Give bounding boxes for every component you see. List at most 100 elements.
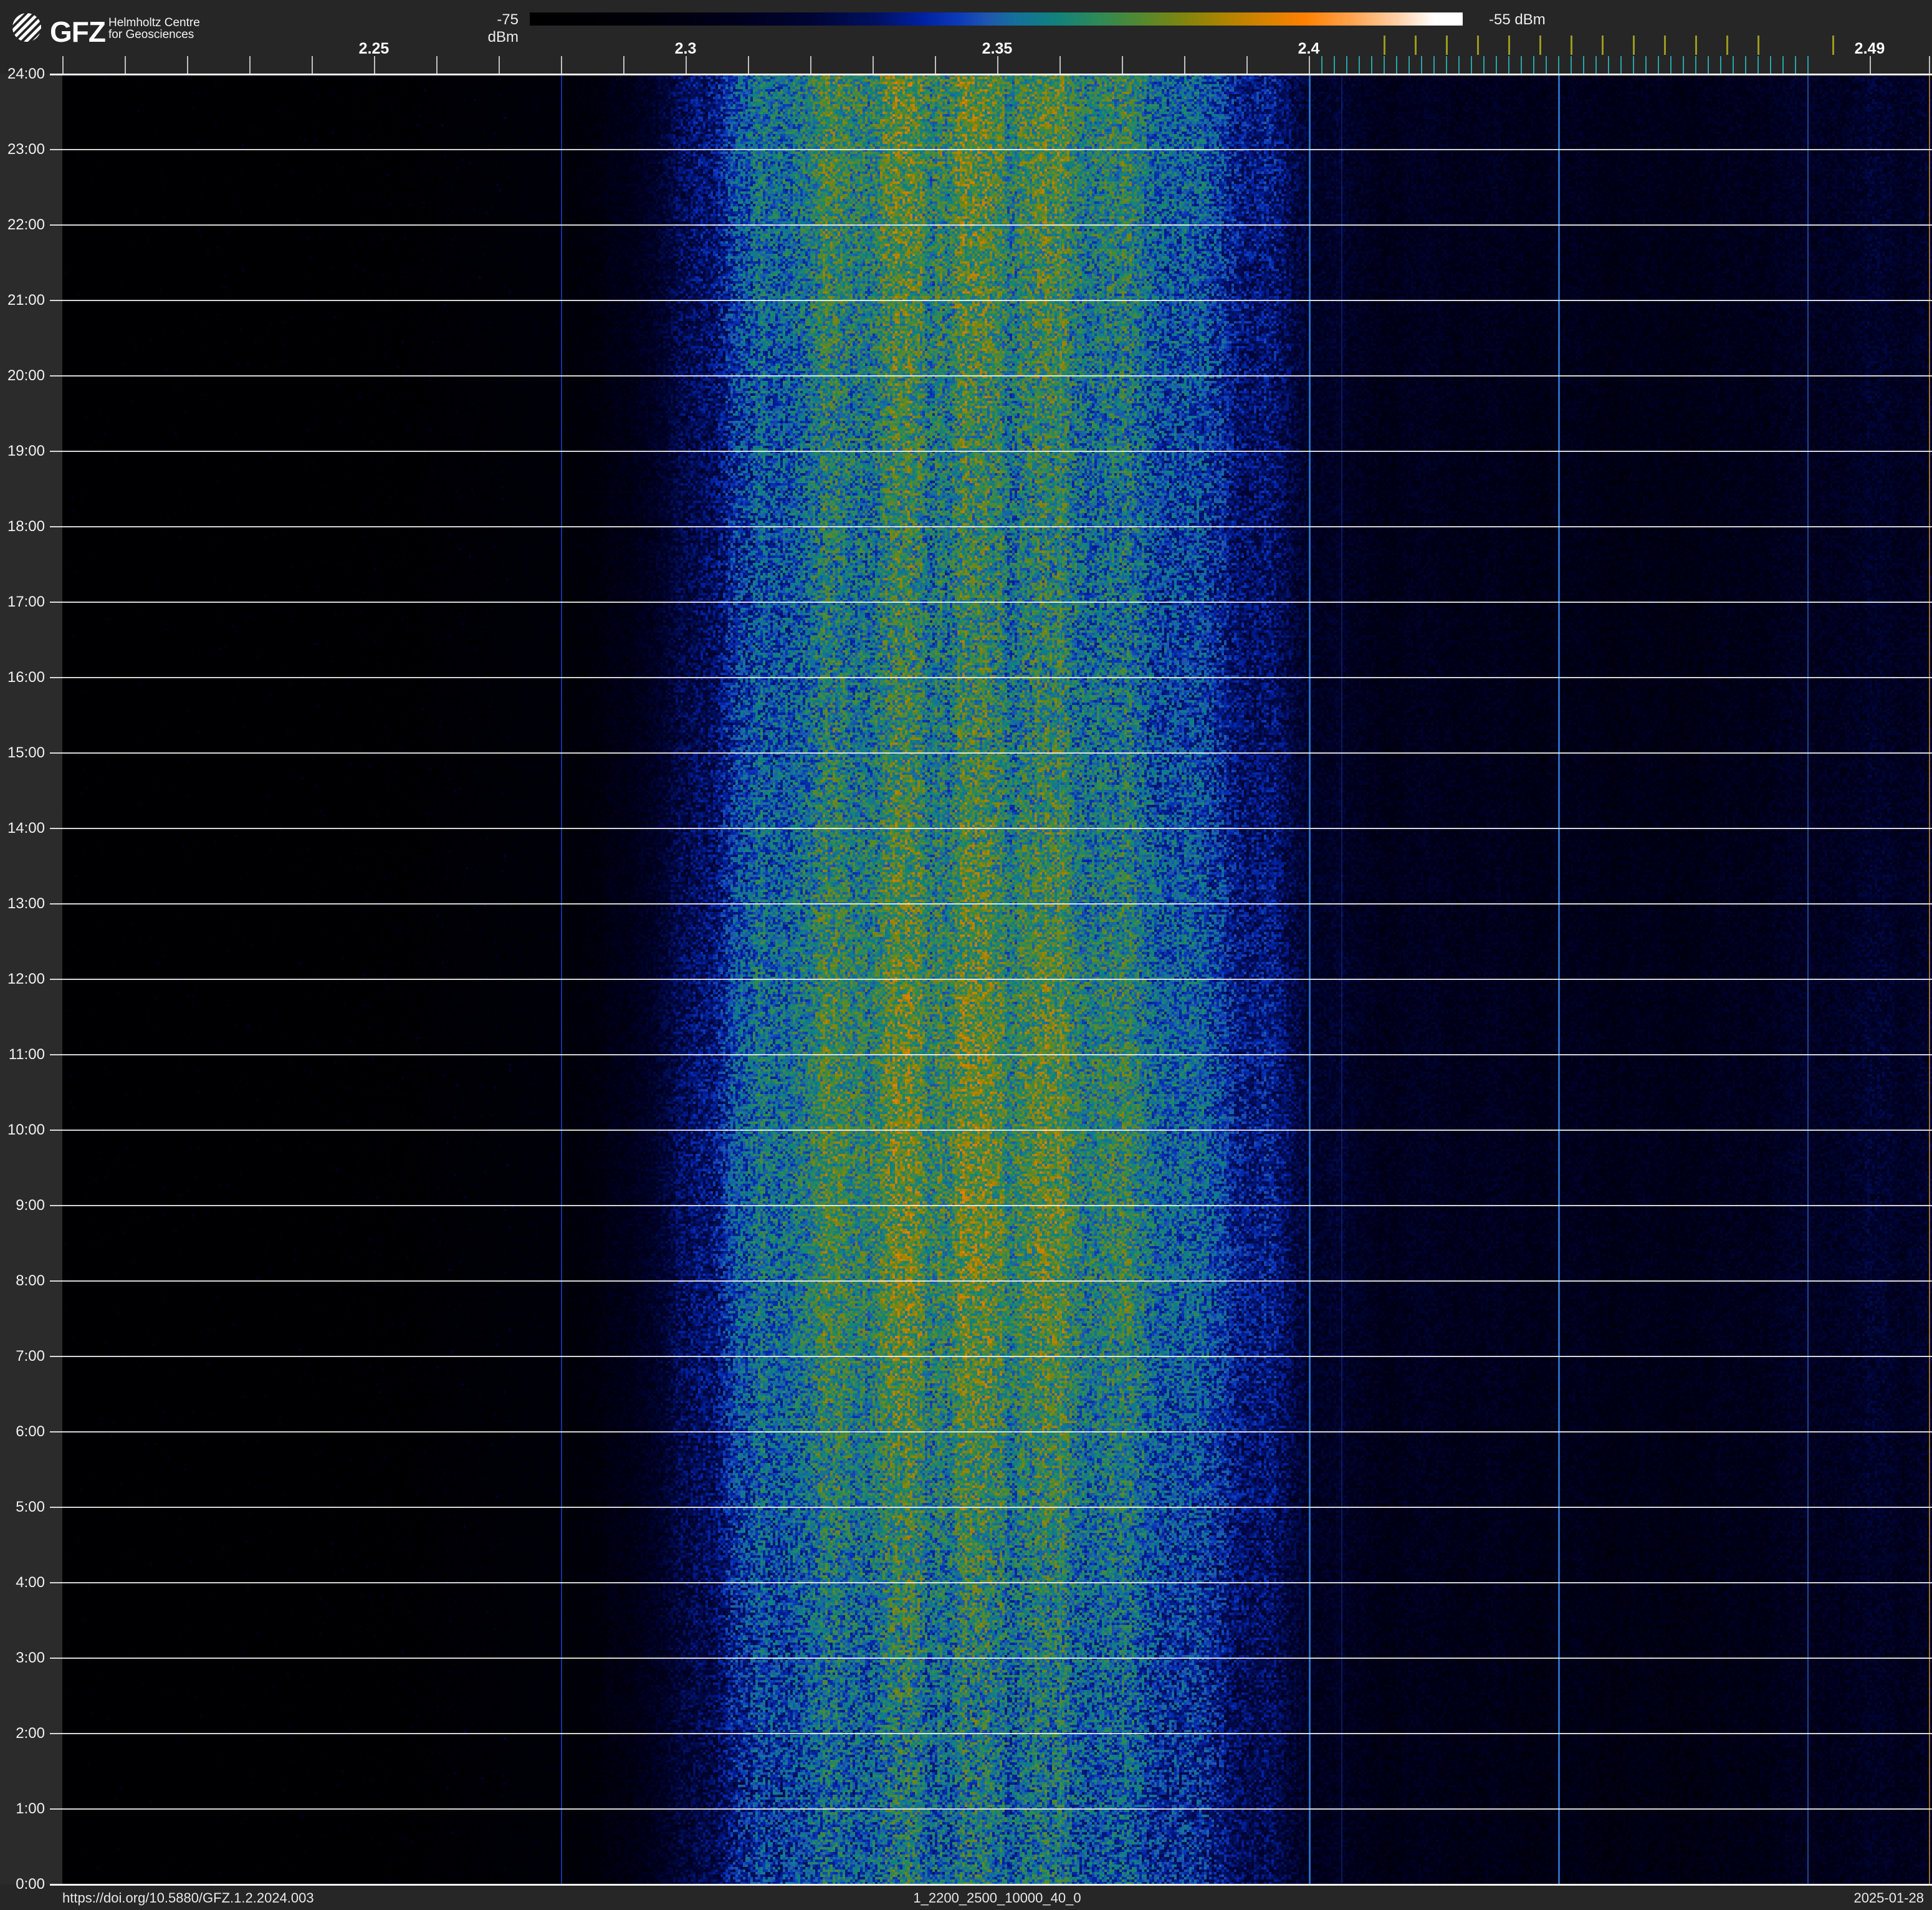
ble-channel-tick [1396, 56, 1397, 74]
bottom-axis-line [50, 1884, 1932, 1886]
hour-gridline [50, 1205, 1932, 1206]
hour-gridline [50, 451, 1932, 452]
ble-channel-tick [1733, 56, 1734, 74]
wifi-channel-tick [1477, 36, 1479, 55]
gfz-logo-icon [12, 13, 41, 42]
freq-axis-label: 2.4 [1298, 40, 1320, 57]
wifi-channel-tick [1602, 36, 1604, 55]
ble-channel-tick [1683, 56, 1684, 74]
hour-gridline [50, 149, 1932, 150]
hour-gridline [50, 1356, 1932, 1357]
time-axis-label: 18:00 [7, 518, 45, 535]
freq-minor-tick [561, 56, 562, 74]
ble-channel-tick [1508, 56, 1509, 74]
freq-minor-tick [436, 56, 438, 74]
ble-channel-tick [1384, 56, 1385, 74]
ble-channel-tick [1546, 56, 1547, 74]
hour-gridline [50, 903, 1932, 905]
wifi-channel-tick [1664, 36, 1666, 55]
colorbar-min-label: -75 dBm [487, 11, 519, 46]
time-axis-label: 16:00 [7, 669, 45, 686]
time-axis-label: 21:00 [7, 292, 45, 309]
ble-channel-tick [1770, 56, 1771, 74]
dataset-id: 1_2200_2500_10000_40_0 [913, 1890, 1081, 1906]
time-axis-label: 22:00 [7, 216, 45, 233]
freq-minor-tick [1184, 56, 1185, 74]
freq-minor-tick [873, 56, 874, 74]
freq-minor-tick [1870, 56, 1871, 74]
hour-gridline [50, 1507, 1932, 1508]
freq-minor-tick [748, 56, 749, 74]
freq-minor-tick [623, 56, 624, 74]
ble-channel-tick [1633, 56, 1634, 74]
time-axis-label: 9:00 [16, 1197, 45, 1214]
hour-gridline [50, 677, 1932, 678]
ble-channel-tick [1483, 56, 1485, 74]
ble-channel-tick [1595, 56, 1597, 74]
freq-minor-tick [187, 56, 188, 74]
ble-channel-tick [1458, 56, 1460, 74]
time-axis-label: 24:00 [7, 65, 45, 82]
ble-channel-tick [1496, 56, 1497, 74]
ble-channel-tick [1782, 56, 1784, 74]
time-axis-label: 8:00 [16, 1272, 45, 1289]
time-axis-label: 1:00 [16, 1800, 45, 1817]
gfz-logo-subtitle-line2: for Geosciences [108, 28, 194, 41]
doi-link[interactable]: https://doi.org/10.5880/GFZ.1.2.2024.003 [62, 1890, 314, 1906]
ble-channel-tick [1583, 56, 1584, 74]
ble-channel-tick [1720, 56, 1721, 74]
freq-minor-tick [374, 56, 375, 74]
ble-channel-tick [1608, 56, 1609, 74]
hour-gridline [50, 979, 1932, 980]
freq-minor-tick [935, 56, 936, 74]
ble-channel-tick [1334, 56, 1335, 74]
ble-channel-tick [1521, 56, 1522, 74]
gfz-logo-wordmark: GFZ [50, 16, 106, 48]
hour-gridline [50, 1808, 1932, 1810]
time-axis-label: 19:00 [7, 443, 45, 459]
hour-gridline [50, 526, 1932, 527]
date-label: 2025-01-28 [1853, 1890, 1924, 1906]
time-axis-label: 0:00 [16, 1876, 45, 1893]
time-axis-label: 3:00 [16, 1649, 45, 1666]
ble-channel-tick [1321, 56, 1322, 74]
time-axis-label: 2:00 [16, 1725, 45, 1742]
ble-channel-tick [1670, 56, 1671, 74]
time-axis-label: 23:00 [7, 141, 45, 158]
hour-gridline [50, 752, 1932, 754]
hour-gridline [50, 375, 1932, 377]
hour-gridline [50, 1733, 1932, 1734]
hour-gridline [50, 1130, 1932, 1131]
time-axis-label: 11:00 [8, 1046, 45, 1063]
wifi-channel-tick [1726, 36, 1728, 55]
ble-channel-tick [1795, 56, 1796, 74]
time-axis-label: 17:00 [7, 593, 45, 610]
ble-channel-tick [1757, 56, 1759, 74]
hour-gridline [50, 1054, 1932, 1055]
freq-axis-label: 2.49 [1854, 40, 1885, 57]
hour-gridline [50, 828, 1932, 829]
time-axis-label: 14:00 [7, 820, 45, 837]
ble-channel-tick [1558, 56, 1559, 74]
freq-minor-tick [1929, 56, 1930, 74]
wifi-channel-tick [1415, 36, 1417, 55]
time-axis-label: 12:00 [7, 971, 45, 987]
wifi-channel-tick [1571, 36, 1572, 55]
time-axis-label: 7:00 [16, 1348, 45, 1365]
ble-channel-tick [1620, 56, 1622, 74]
freq-axis-label: 2.3 [674, 40, 697, 57]
colorbar-max-label: -55 dBm [1489, 11, 1546, 28]
time-axis-label: 10:00 [7, 1121, 45, 1138]
ble-channel-tick [1446, 56, 1447, 74]
freq-minor-tick [499, 56, 500, 74]
ble-channel-tick [1695, 56, 1696, 74]
hour-gridline [50, 300, 1932, 301]
wifi-channel-tick [1446, 36, 1448, 55]
wifi-channel-tick [1757, 36, 1759, 55]
hour-gridline [50, 1431, 1932, 1432]
time-axis-label: 4:00 [16, 1574, 45, 1591]
wifi-channel-tick [1633, 36, 1635, 55]
time-axis-label: 5:00 [16, 1499, 45, 1515]
freq-minor-tick [1309, 56, 1310, 74]
ble-channel-tick [1408, 56, 1410, 74]
